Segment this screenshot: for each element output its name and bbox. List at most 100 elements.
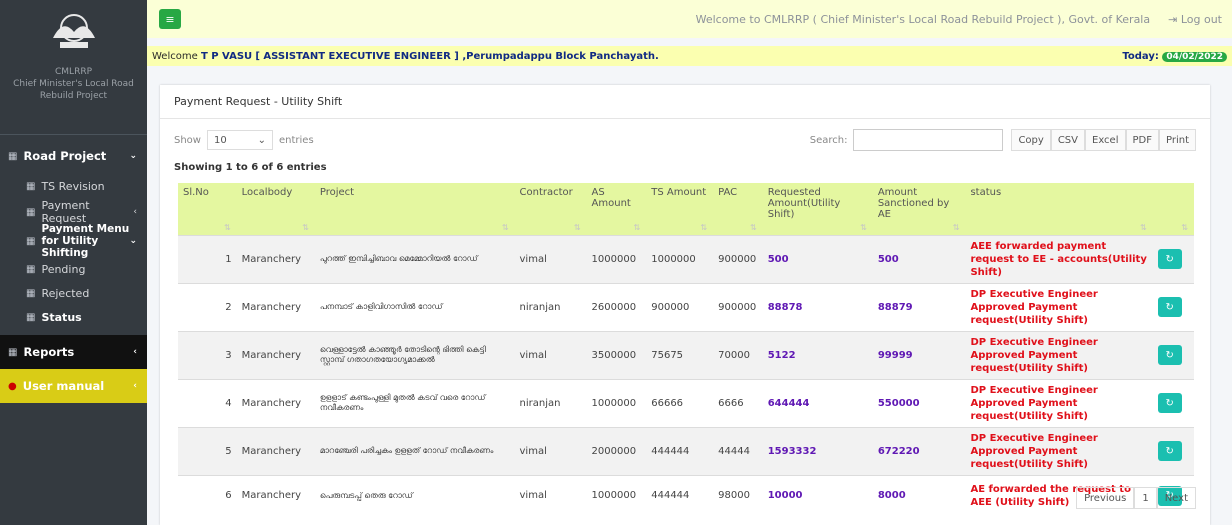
copy-button[interactable]: Copy (1011, 129, 1051, 151)
sort-icon: ⇅ (501, 222, 509, 232)
menu-toggle-icon[interactable]: ≡ (159, 9, 181, 29)
search-input[interactable] (853, 129, 1004, 151)
table-body: 1 Maranchery പുറത്ത് ഇമ്പിച്ചിബാവ മെമ്മോറി… (178, 235, 1194, 516)
revise-button[interactable]: ↻ (1157, 297, 1182, 317)
col-sl-no[interactable]: Sl.No ⇅ (178, 183, 237, 235)
col-requested-amount[interactable]: Requested Amount(Utility Shift) ⇅ (763, 183, 873, 235)
sidebar-item-payment-menu-utility[interactable]: ▦ Payment Menu for Utility Shifting ⌄ (0, 223, 147, 259)
cell-status: DP Executive Engineer Approved Payment r… (970, 288, 1098, 326)
sidebar-item-label: Reports (23, 345, 75, 359)
cell-contractor: vimal (519, 253, 547, 265)
cell-as-amount: 2000000 (591, 445, 637, 457)
col-label: TS Amount (651, 187, 707, 198)
print-button[interactable]: Print (1158, 129, 1196, 151)
table-header-row: Sl.No ⇅ Localbody ⇅ Project ⇅ Contractor ⇅ A… (178, 183, 1194, 235)
page-1-button[interactable]: 1 (1134, 487, 1157, 509)
sidebar-item-payment-request[interactable]: ▦ Payment Request ‹ (0, 199, 147, 225)
sidebar: CMLRRP Chief Minister's Local Road Rebui… (0, 0, 147, 525)
pdf-button[interactable]: PDF (1125, 129, 1159, 151)
logout-link[interactable]: ⇥ Log out (1168, 13, 1222, 26)
date-badge: 04/02/2022 (1162, 51, 1227, 62)
entries-select[interactable]: 10 ⌄ (206, 130, 273, 150)
cell-status: AEE forwarded payment request to EE - ac… (970, 240, 1147, 278)
table-row: 2 Maranchery പനമ്പാട് കാളിവിഗാസിൽ റോഡ് nira… (178, 283, 1194, 331)
sidebar-item-user-manual[interactable]: ● User manual ‹ (0, 369, 147, 403)
sidebar-item-road-project[interactable]: ▦ Road Project ⌄ (0, 139, 147, 173)
revise-button[interactable]: ↻ (1157, 249, 1182, 269)
col-label: status (970, 187, 1002, 198)
cell-requested-amount: 1593332 (767, 445, 817, 457)
revise-button[interactable]: ↻ (1157, 345, 1182, 365)
col-label: Localbody (241, 187, 293, 198)
sidebar-item-status[interactable]: ▦ Status (0, 305, 147, 329)
topbar: ≡ Welcome to CMLRRP ( Chief Minister's L… (147, 0, 1232, 38)
sidebar-item-reports[interactable]: ▦ Reports ‹ (0, 335, 147, 369)
cell-pac: 98000 (718, 490, 750, 502)
table-icon: ▦ (26, 206, 36, 218)
cell-localbody: Maranchery (241, 253, 302, 265)
sidebar-item-label: Payment Menu for Utility Shifting (41, 223, 130, 259)
sort-icon: ⇅ (952, 222, 960, 232)
table-icon: ▦ (26, 311, 36, 323)
col-action[interactable]: ⇅ (1153, 183, 1194, 235)
cell-as-amount: 2600000 (591, 301, 637, 313)
col-as-amount[interactable]: AS Amount ⇅ (587, 183, 647, 235)
col-contractor[interactable]: Contractor ⇅ (515, 183, 587, 235)
excel-button[interactable]: Excel (1085, 129, 1126, 151)
user-bar: Welcome T P VASU [ ASSISTANT EXECUTIVE E… (147, 46, 1232, 66)
col-pac[interactable]: PAC ⇅ (713, 183, 763, 235)
sidebar-item-label: Road Project (23, 149, 107, 163)
table-icon: ▦ (26, 287, 36, 299)
cell-sl-no: 6 (225, 490, 232, 502)
cell-sl-no: 1 (225, 253, 232, 265)
cell-amount-sanctioned: 672220 (877, 445, 920, 457)
cell-requested-amount: 500 (767, 253, 789, 265)
cell-sl-no: 2 (225, 301, 232, 313)
cell-project: പെരുമ്പടപ്പ് തെരു റോഡ് (319, 490, 413, 500)
col-label: Requested Amount(Utility Shift) (767, 187, 841, 220)
sidebar-item-ts-revision[interactable]: ▦ TS Revision (0, 173, 147, 199)
col-project[interactable]: Project ⇅ (315, 183, 515, 235)
col-status[interactable]: status ⇅ (965, 183, 1152, 235)
cell-amount-sanctioned: 500 (877, 253, 899, 265)
brand-full: Chief Minister's Local Road Rebuild Proj… (13, 79, 134, 101)
cell-amount-sanctioned: 99999 (877, 349, 913, 361)
cell-action: ↻ (1153, 379, 1194, 427)
csv-button[interactable]: CSV (1050, 129, 1085, 151)
cell-requested-amount: 10000 (767, 490, 803, 502)
col-localbody[interactable]: Localbody ⇅ (237, 183, 315, 235)
cell-amount-sanctioned: 8000 (877, 490, 906, 502)
sidebar-item-label: TS Revision (41, 179, 105, 193)
brand: CMLRRP Chief Minister's Local Road Rebui… (0, 0, 147, 135)
revise-button[interactable]: ↻ (1157, 441, 1182, 461)
cell-pac: 70000 (718, 349, 750, 361)
cell-ts-amount: 66666 (651, 397, 684, 409)
previous-button[interactable]: Previous (1076, 487, 1135, 509)
sidebar-item-label: Status (41, 310, 82, 324)
cell-contractor: niranjan (519, 397, 561, 409)
table-row: 4 Maranchery ഉളളാട് കണ്ടംപുള്ളി മുതൽ കടവ് … (178, 379, 1194, 427)
sort-icon: ⇅ (573, 222, 581, 232)
chevron-left-icon: ‹ (133, 347, 137, 357)
cell-sl-no: 4 (225, 397, 232, 409)
col-ts-amount[interactable]: TS Amount ⇅ (646, 183, 713, 235)
payment-table: Sl.No ⇅ Localbody ⇅ Project ⇅ Contractor ⇅ A… (178, 183, 1194, 516)
col-amount-sanctioned[interactable]: Amount Sanctioned by AE ⇅ (873, 183, 966, 235)
col-label: Sl.No (183, 187, 209, 198)
revise-button[interactable]: ↻ (1157, 393, 1182, 413)
sort-icon: ⇅ (223, 222, 231, 232)
help-icon: ● (8, 380, 17, 392)
table-row: 5 Maranchery മാറഞ്ചേരി പരിച്ചകം ഉളളത് റോഡ്… (178, 427, 1194, 475)
sidebar-item-rejected[interactable]: ▦ Rejected (0, 281, 147, 305)
sidebar-item-pending[interactable]: ▦ Pending (0, 257, 147, 281)
sidebar-item-label: Pending (41, 262, 86, 276)
table-icon: ▦ (26, 180, 36, 192)
user-role: [ ASSISTANT EXECUTIVE ENGINEER ] ,Perump… (255, 50, 659, 62)
next-button[interactable]: Next (1156, 487, 1196, 509)
cell-contractor: niranjan (519, 301, 561, 313)
cell-pac: 6666 (718, 397, 744, 409)
chevron-down-icon: ⌄ (129, 236, 137, 246)
sort-icon: ⇅ (750, 222, 757, 232)
cell-as-amount: 1000000 (591, 490, 637, 502)
refresh-icon: ↻ (1165, 301, 1174, 313)
